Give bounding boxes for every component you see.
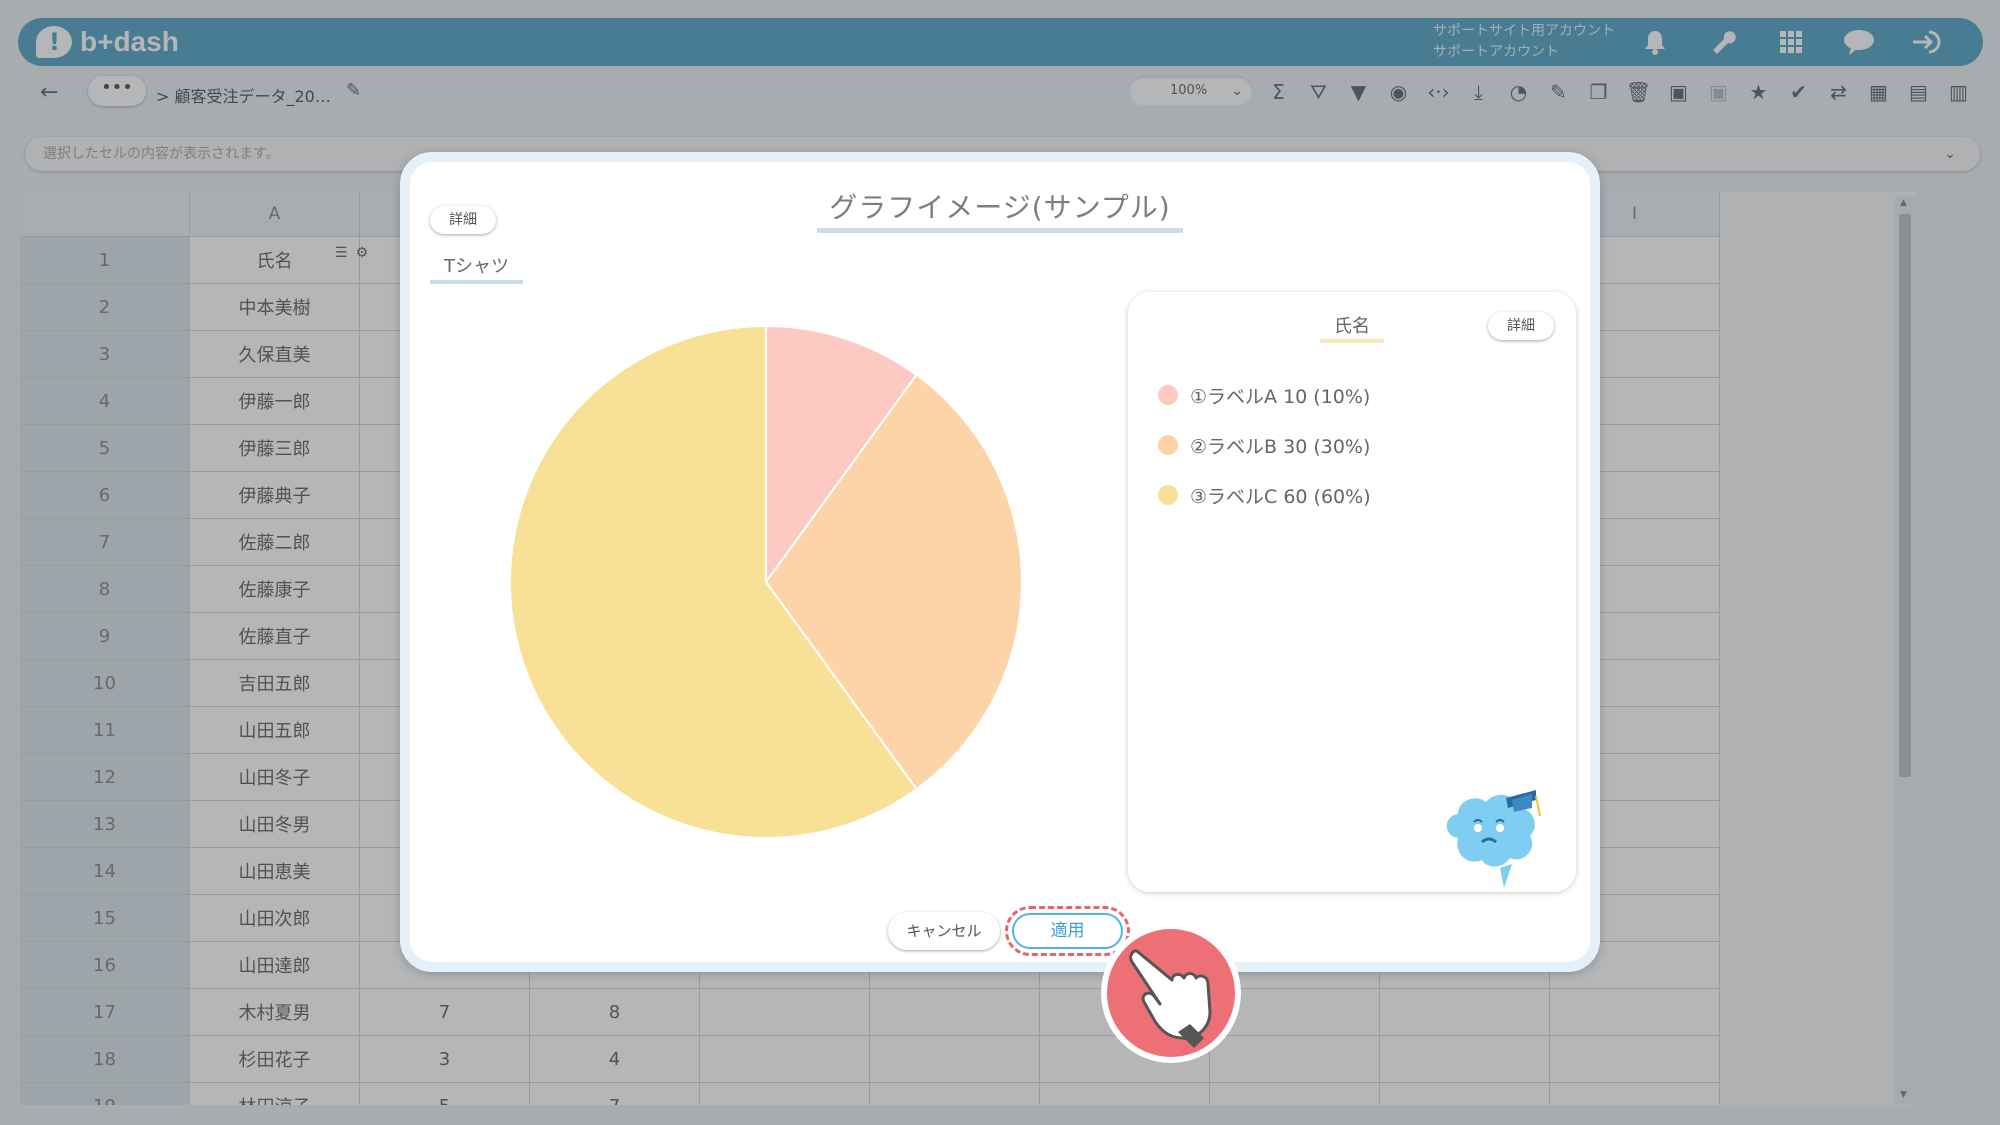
legend-item[interactable]: ①ラベルA 10 (10%) (1158, 370, 1371, 420)
legend-title-text: 氏名 (1320, 316, 1384, 343)
legend-item[interactable]: ②ラベルB 30 (30%) (1158, 420, 1371, 470)
legend-panel: 氏名 詳細 ①ラベルA 10 (10%) ②ラベルB 30 (30%) ③ラベルC … (1128, 292, 1576, 892)
legend-swatch (1158, 435, 1178, 455)
cancel-button[interactable]: キャンセル (888, 912, 1000, 950)
legend-list: ①ラベルA 10 (10%) ②ラベルB 30 (30%) ③ラベルC 60 (60… (1158, 370, 1371, 520)
pointing-hand-icon (1101, 923, 1241, 1063)
modal-title: グラフイメージ(サンプル) (410, 186, 1590, 233)
modal-title-text: グラフイメージ(サンプル) (817, 186, 1183, 233)
legend-detail-button[interactable]: 詳細 (1488, 312, 1554, 340)
legend-swatch (1158, 385, 1178, 405)
legend-label: ②ラベルB 30 (30%) (1190, 435, 1371, 458)
chart-title: Tシャツ (430, 252, 523, 284)
legend-swatch (1158, 485, 1178, 505)
chart-preview-modal: 詳細 グラフイメージ(サンプル) Tシャツ 氏名 詳細 ①ラベルA 10 (10… (400, 152, 1600, 972)
brain-mascot-icon (1446, 790, 1541, 888)
legend-label: ③ラベルC 60 (60%) (1190, 485, 1371, 508)
legend-item[interactable]: ③ラベルC 60 (60%) (1158, 470, 1371, 520)
legend-label: ①ラベルA 10 (10%) (1190, 385, 1371, 408)
pie-chart (509, 324, 1023, 839)
